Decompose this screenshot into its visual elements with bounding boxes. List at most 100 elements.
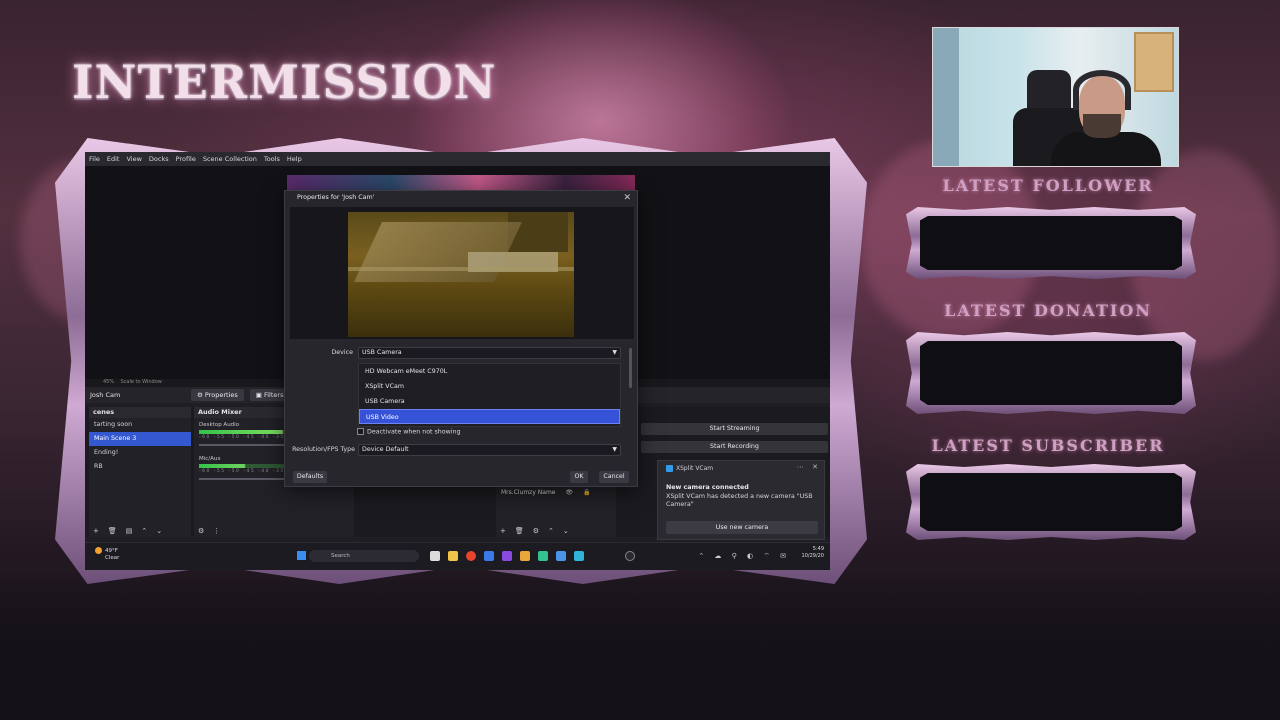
cancel-button[interactable]: Cancel <box>599 471 629 483</box>
menu-edit[interactable]: Edit <box>107 155 120 163</box>
folder-icon[interactable] <box>448 551 458 561</box>
latest-donation-label: LATEST DONATION <box>944 301 1152 320</box>
camera-preview <box>348 212 574 337</box>
notification-heading: New camera connected <box>666 484 749 491</box>
scene-item-active[interactable]: Main Scene 3 <box>89 432 191 446</box>
filters-button-label: Filters <box>263 391 284 399</box>
obs-menubar: File Edit View Docks Profile Scene Colle… <box>85 152 830 166</box>
dialog-title: Properties for 'Josh Cam' <box>297 194 375 201</box>
use-new-camera-button[interactable]: Use new camera <box>666 521 818 534</box>
chrome-icon[interactable] <box>466 551 476 561</box>
app-icon[interactable] <box>430 551 440 561</box>
close-icon[interactable]: ✕ <box>812 463 818 471</box>
defaults-button[interactable]: Defaults <box>293 471 327 483</box>
latest-subscriber-label: LATEST SUBSCRIBER <box>931 436 1165 455</box>
dialog-preview <box>290 207 634 339</box>
scene-item[interactable]: RB <box>89 460 191 474</box>
trash-icon[interactable]: 🗑 <box>108 527 117 535</box>
sources-tools: + 🗑 ⚙ ⌃ ⌄ <box>500 527 569 535</box>
start-recording-button[interactable]: Start Recording <box>641 441 828 453</box>
chevron-up-icon[interactable]: ⌃ <box>548 527 554 535</box>
xsplit-logo-icon <box>666 465 673 472</box>
menu-file[interactable]: File <box>89 155 100 163</box>
latest-follower-label: LATEST FOLLOWER <box>942 176 1154 195</box>
app-icon[interactable] <box>538 551 548 561</box>
menu-tools[interactable]: Tools <box>264 155 280 163</box>
sources-dock: Mrs.Clumzy Name 👁 🔒 + 🗑 ⚙ ⌃ ⌄ <box>496 487 616 537</box>
clock-time: 5:49 <box>812 546 824 552</box>
menu-scene-collection[interactable]: Scene Collection <box>203 155 257 163</box>
add-icon[interactable]: + <box>93 527 99 535</box>
app-icon[interactable] <box>502 551 512 561</box>
menu-view[interactable]: View <box>126 155 141 163</box>
gear-icon: ⚙ <box>197 391 205 399</box>
menu-docks[interactable]: Docks <box>149 155 169 163</box>
app-icon[interactable] <box>484 551 494 561</box>
chevron-up-icon[interactable]: ⌃ <box>141 527 147 535</box>
gear-icon[interactable]: ⚙ <box>533 527 539 535</box>
close-icon[interactable]: ✕ <box>623 191 631 205</box>
filter-icon: ▣ <box>255 391 264 399</box>
latest-donation-frame <box>906 332 1196 414</box>
app-icon[interactable] <box>574 551 584 561</box>
mixer-tools: ⚙ ⋮ <box>198 527 220 535</box>
webcam-door <box>933 28 959 166</box>
system-tray[interactable]: ⌃ ☁ ⚲ ◐ ⌔ ✉ <box>698 552 790 561</box>
source-row[interactable]: Mrs.Clumzy Name 👁 🔒 <box>496 487 616 499</box>
latest-subscriber-frame <box>906 464 1196 540</box>
dropdown-option-highlighted[interactable]: USB Video <box>359 409 620 424</box>
weather-widget[interactable]: 49°F Clear <box>95 547 119 562</box>
dropdown-option[interactable]: XSplit VCam <box>359 379 620 394</box>
eye-icon[interactable]: 👁 <box>566 487 574 499</box>
properties-dialog: Properties for 'Josh Cam' ✕ Device USB C… <box>284 190 638 487</box>
trash-icon[interactable]: 🗑 <box>515 527 524 535</box>
selected-source-name: Josh Cam <box>90 391 121 399</box>
chevron-down-icon: ▼ <box>612 446 617 453</box>
scene-item[interactable]: Ending! <box>89 446 191 460</box>
windows-taskbar: 49°F Clear Search ⌃ ☁ ⚲ ◐ ⌔ ✉ 5:49 10/29… <box>85 542 830 570</box>
device-select-value: USB Camera <box>362 349 402 356</box>
device-label: Device <box>331 349 353 356</box>
notification-message: XSplit VCam has detected a new camera "U… <box>666 493 813 508</box>
controls-dock: Start Streaming Start Recording <box>641 423 828 459</box>
intermission-title: INTERMISSION <box>72 55 497 109</box>
notification-app-name: XSplit VCam <box>676 465 714 472</box>
windows-start-icon[interactable] <box>297 551 306 560</box>
clock[interactable]: 5:49 10/29/20 <box>802 546 824 560</box>
scene-item[interactable]: tarting soon <box>89 418 191 432</box>
dropdown-scrollbar[interactable] <box>629 348 632 388</box>
device-select[interactable]: USB Camera ▼ <box>358 347 621 359</box>
deactivate-checkbox[interactable] <box>357 428 364 435</box>
res-fps-select[interactable]: Device Default ▼ <box>358 444 621 456</box>
lock-icon[interactable]: 🔒 <box>583 487 590 499</box>
menu-profile[interactable]: Profile <box>176 155 196 163</box>
menu-help[interactable]: Help <box>287 155 302 163</box>
obs-icon[interactable] <box>625 551 635 561</box>
filter-icon[interactable]: ▤ <box>126 527 133 535</box>
chevron-down-icon[interactable]: ⌄ <box>156 527 162 535</box>
more-options-icon[interactable]: ⋯ <box>797 463 804 471</box>
notification-toast[interactable]: XSplit VCam ⋯ ✕ New camera connected XSp… <box>657 460 825 540</box>
deactivate-label: Deactivate when not showing <box>367 428 461 436</box>
ok-button[interactable]: OK <box>570 471 588 483</box>
dropdown-option[interactable]: USB Camera <box>359 394 620 409</box>
gear-icon[interactable]: ⚙ <box>198 527 204 535</box>
scenes-title: cenes <box>89 407 191 418</box>
clock-date: 10/29/20 <box>801 553 824 559</box>
app-icon[interactable] <box>556 551 566 561</box>
notification-app: XSplit VCam <box>666 465 713 472</box>
start-streaming-button[interactable]: Start Streaming <box>641 423 828 435</box>
app-icon[interactable] <box>520 551 530 561</box>
deactivate-checkbox-row[interactable]: Deactivate when not showing <box>357 428 461 436</box>
menu-dots-icon[interactable]: ⋮ <box>213 527 220 535</box>
chevron-down-icon: ▼ <box>612 349 617 356</box>
properties-button[interactable]: ⚙ Properties <box>191 389 244 401</box>
scale-mode[interactable]: Scale to Window <box>120 379 161 385</box>
taskbar-search[interactable]: Search <box>309 550 419 562</box>
webcam-person-beard <box>1083 114 1121 138</box>
dropdown-option[interactable]: HD Webcam eMeet C970L <box>359 364 620 379</box>
latest-donation-box <box>920 341 1182 405</box>
add-icon[interactable]: + <box>500 527 506 535</box>
weather-condition: Clear <box>105 555 120 561</box>
chevron-down-icon[interactable]: ⌄ <box>563 527 569 535</box>
